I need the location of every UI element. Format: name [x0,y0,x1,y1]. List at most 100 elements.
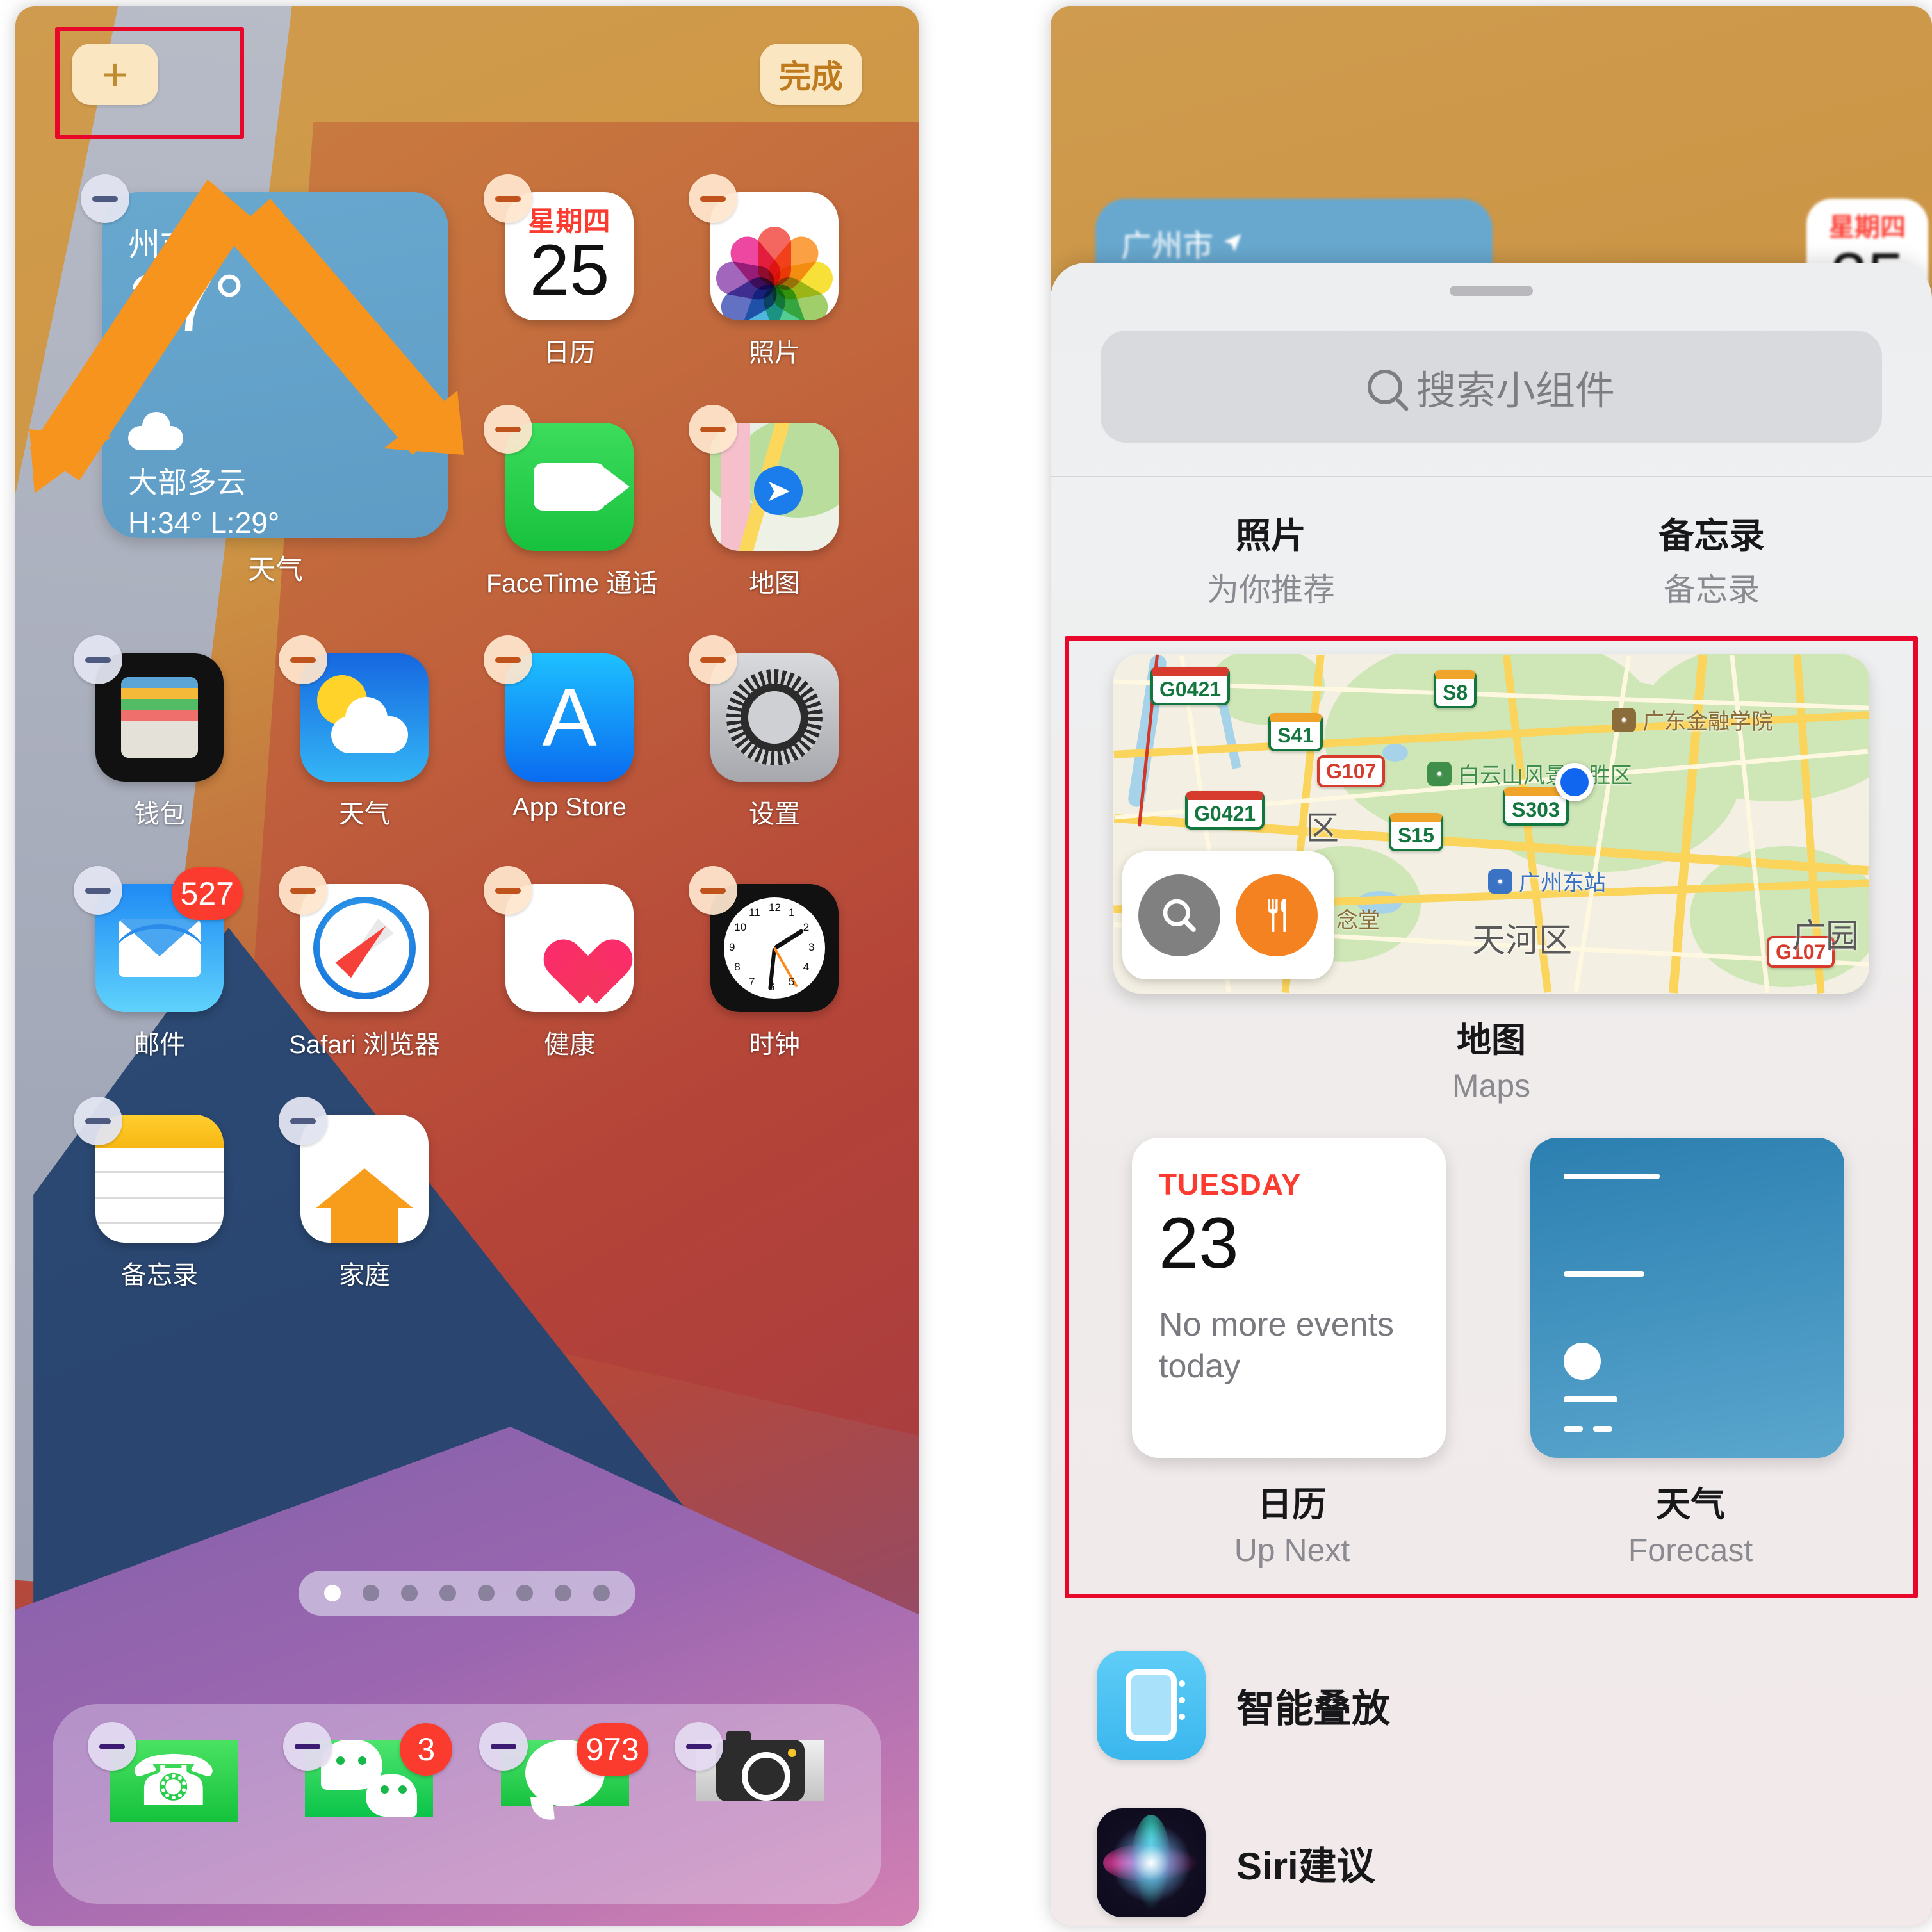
app-notes[interactable]: 备忘录 [74,1097,243,1291]
search-widgets-input[interactable]: 搜索小组件 [1101,331,1882,443]
clock-numeral: 8 [734,961,741,973]
page-dot[interactable] [516,1585,533,1601]
map-district-label: 天河区 [1472,922,1573,960]
maps-widget-preview[interactable]: G0421 S41 S8 G107 G0421 S15 S303 G107 • 广东金融学院 • 白… [1113,654,1869,994]
app-weather[interactable]: 天气 [279,635,448,830]
app-safari[interactable]: Safari 浏览器 [279,866,448,1061]
widget-subtitle: Maps [1452,1068,1531,1104]
calendar-day-number: 23 [1159,1203,1239,1283]
dock-app-camera[interactable] [675,1722,825,1868]
app-label: 地图 [749,569,800,598]
page-dot[interactable] [555,1585,571,1601]
widget-subtitle: 备忘录 [1664,572,1760,608]
list-item-siri-suggestions[interactable]: Siri建议 [1051,1784,1932,1926]
map-route-shield: G0421 [1150,667,1231,705]
app-label: 邮件 [134,1031,185,1059]
clock-numeral: 1 [789,906,795,919]
app-home[interactable]: 家庭 [279,1097,448,1291]
location-arrow-icon [203,233,222,252]
remove-app-button[interactable] [74,866,122,915]
clock-numeral: 6 [769,981,775,993]
app-label: 家庭 [339,1261,390,1289]
app-maps[interactable]: ➤ 地图 [689,405,858,600]
widget-app-list: 智能叠放 Siri建议 ➤ 280 [1051,1626,1932,1926]
plus-icon: + [102,49,128,99]
remove-app-button[interactable] [689,174,737,223]
dock-app-phone[interactable]: ☎ [87,1722,238,1868]
dock-app-wechat[interactable]: 3 [283,1722,453,1868]
remove-app-button[interactable] [279,635,327,684]
page-dot[interactable] [478,1585,495,1601]
map-poi-icon: • [1427,761,1452,786]
remove-app-button[interactable] [689,635,737,684]
widget-title: 备忘录 [1658,516,1765,555]
clock-numeral: 7 [749,975,755,988]
page-indicator[interactable] [299,1571,635,1616]
page-dot[interactable] [401,1585,418,1601]
widget-subtitle: Forecast [1628,1532,1753,1568]
app-clock[interactable]: 1 2 3 4 5 6 7 8 9 10 11 12 时钟 [689,866,858,1061]
user-location-dot [1555,763,1594,801]
clock-numeral: 4 [803,961,810,973]
remove-app-button[interactable] [283,1722,332,1771]
remove-app-button[interactable] [689,405,737,454]
remove-app-button[interactable] [675,1722,724,1771]
app-label: 时钟 [749,1031,800,1059]
remove-app-button[interactable] [689,866,737,915]
list-item-smart-stack[interactable]: 智能叠放 [1051,1626,1932,1784]
map-food-button[interactable] [1236,874,1318,956]
maps-widget-label: 地图 Maps [1113,1011,1869,1104]
app-label: 照片 [749,339,800,367]
remove-app-button[interactable] [87,1722,136,1771]
weather-widget-preview[interactable] [1530,1138,1844,1458]
page-dot[interactable] [324,1585,341,1601]
app-label: 备忘录 [121,1261,198,1289]
widget-title: 照片 [1235,516,1306,555]
remove-app-button[interactable] [279,866,327,915]
left-phone-screenshot: + 完成 州市 27° 大部多云 H:34° L:29° 天气 星期四 25 日… [15,6,919,1926]
widget-title: 日历 [1257,1486,1327,1524]
remove-app-button[interactable] [484,174,532,223]
app-health[interactable]: 健康 [484,866,653,1061]
sheet-grabber[interactable] [1450,286,1533,296]
map-poi: • 广东金融学院 [1612,704,1773,735]
page-dot[interactable] [593,1585,610,1601]
remove-app-button[interactable] [74,635,122,684]
page-dot[interactable] [439,1585,456,1601]
app-photos[interactable]: 照片 [689,174,858,369]
app-label: Safari 浏览器 [289,1031,440,1059]
suggested-widget-notes[interactable]: 备忘录 备忘录 [1491,507,1932,610]
app-facetime[interactable]: FaceTime 通话 [484,405,658,600]
map-route-shield: S8 [1434,670,1477,708]
app-mail[interactable]: 527 邮件 [74,866,243,1061]
app-label: App Store [512,793,626,821]
weather-widget[interactable]: 州市 27° 大部多云 H:34° L:29° [81,174,448,539]
clock-numeral: 2 [803,921,810,933]
dock-app-messages[interactable]: 973 [479,1722,648,1868]
app-appstore[interactable]: A App Store [484,635,653,822]
app-wallet[interactable]: 钱包 [74,635,243,830]
app-settings[interactable]: 设置 [689,635,858,830]
add-widget-button[interactable]: + [72,44,158,105]
remove-app-button[interactable] [484,405,532,454]
app-label: FaceTime 通话 [486,569,658,598]
weather-high-low: H:34° L:29° [128,505,280,539]
remove-app-button[interactable] [479,1722,528,1771]
remove-app-button[interactable] [74,1097,122,1145]
calendar-widget-preview[interactable]: TUESDAY 23 No more events today [1132,1138,1446,1458]
suggested-widget-photos[interactable]: 照片 为你推荐 [1051,507,1491,610]
map-district-label: 广园 [1792,918,1860,955]
page-dot[interactable] [363,1585,379,1601]
remove-app-button[interactable] [484,866,532,915]
done-button[interactable]: 完成 [760,44,862,105]
search-icon [1163,899,1196,932]
remove-app-button[interactable] [484,635,532,684]
app-label: 钱包 [134,800,185,828]
weather-widget-cell: 天气 Forecast [1530,1138,1851,1569]
remove-widget-button[interactable] [81,174,129,223]
home-screen-edit-toolbar: + 完成 [15,37,919,120]
badge-count: 3 [400,1723,453,1776]
app-calendar[interactable]: 星期四 25 日历 [484,174,653,369]
map-search-button[interactable] [1138,874,1220,956]
remove-app-button[interactable] [279,1097,327,1145]
